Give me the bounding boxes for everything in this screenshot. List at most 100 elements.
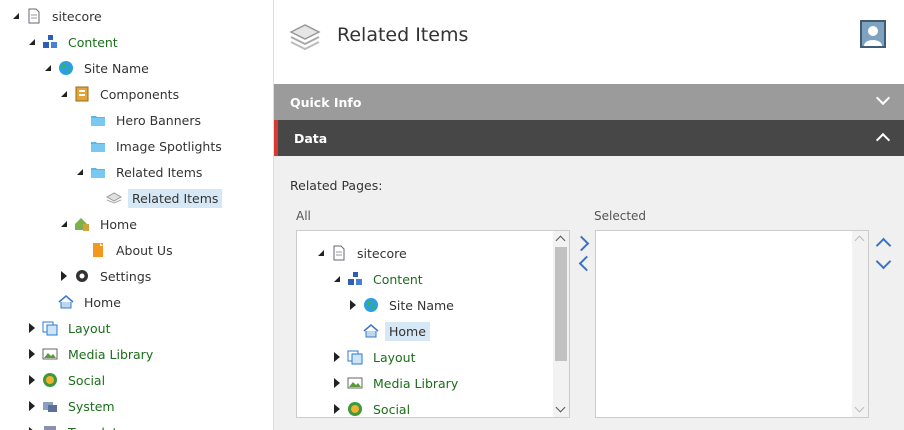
layout-icon [347,349,363,365]
tree-item-label[interactable]: About Us [112,241,177,260]
all-label: All [296,209,311,223]
chevron-up-icon [875,132,891,148]
tree-item-label[interactable]: Content [64,33,122,52]
page-title: Related Items [337,24,469,46]
tree-item-label[interactable]: Layout [64,319,115,338]
tree-item-label[interactable]: Media Library [64,345,157,364]
social-icon [347,401,363,417]
all-tree-item-label[interactable]: Media Library [369,374,462,393]
collapsed-arrow-icon[interactable] [26,322,38,334]
tree-item-node[interactable]: sitecore [10,5,106,27]
tree-item-label[interactable]: Settings [96,267,155,286]
all-items-tree[interactable]: sitecore Content Site Name Home Layout Media … [296,230,570,418]
tree-item-node[interactable]: Components [58,83,183,105]
page-icon [26,8,42,24]
home-lock-icon [74,216,90,232]
all-tree-item-label[interactable]: Social [369,400,414,418]
expanded-arrow-icon[interactable] [10,10,22,22]
all-tree-item-node[interactable]: sitecore [315,242,411,264]
collapsed-arrow-icon[interactable] [331,351,343,363]
all-scrollbar[interactable] [553,231,569,417]
tree-item-node[interactable]: Site Name [42,57,153,79]
tree-item-node[interactable]: Home [58,213,141,235]
tree-item-node[interactable]: Home [42,291,125,313]
tree-item-label[interactable]: sitecore [48,7,106,26]
settings-icon [74,268,90,284]
expanded-arrow-icon[interactable] [74,166,86,178]
expanded-arrow-icon[interactable] [331,273,343,285]
all-tree-item-node[interactable]: Home [347,320,430,342]
expanded-arrow-icon[interactable] [58,218,70,230]
collapsed-arrow-icon[interactable] [26,426,38,430]
tree-item-label[interactable]: Site Name [80,59,153,78]
selected-scrollbar[interactable] [852,231,868,417]
tree-item-node[interactable]: Media Library [26,343,157,365]
scroll-thumb[interactable] [555,247,567,361]
tree-item-label[interactable]: Components [96,85,183,104]
tree-item-node[interactable]: Image Spotlights [74,135,226,157]
tree-item-node[interactable]: Content [26,31,122,53]
tree-item-node[interactable]: Social [26,369,109,391]
editor-panel: Related Items Quick Info Data Related Pa… [274,0,904,430]
collapsed-arrow-icon[interactable] [331,377,343,389]
collapsed-arrow-icon[interactable] [26,348,38,360]
home-icon [58,294,74,310]
selected-label: Selected [594,209,647,223]
all-tree-item-node[interactable]: Social [331,398,414,418]
tree-item-node[interactable]: System [26,395,119,417]
tree-item-node[interactable]: Settings [58,265,155,287]
tree-item-node[interactable]: Templates [26,421,136,430]
user-avatar-icon[interactable] [860,20,886,48]
collapsed-arrow-icon[interactable] [26,400,38,412]
tree-item-label[interactable]: System [64,397,119,416]
scroll-down-icon[interactable] [854,402,865,413]
all-tree-item-label[interactable]: Layout [369,348,420,367]
tree-item-node[interactable]: Related Items [74,161,206,183]
collapsed-arrow-icon[interactable] [58,270,70,282]
collapsed-arrow-icon[interactable] [331,403,343,415]
scroll-up-icon[interactable] [555,235,566,246]
content-icon [42,34,58,50]
folder-icon [90,164,106,180]
collapsed-arrow-icon[interactable] [347,299,359,311]
selected-items-list[interactable] [595,230,869,418]
expanded-arrow-icon[interactable] [26,36,38,48]
tree-item-label[interactable]: Hero Banners [112,111,205,130]
expanded-arrow-icon[interactable] [42,62,54,74]
globe-icon [363,297,379,313]
all-tree-item-node[interactable]: Site Name [347,294,458,316]
collapsed-arrow-icon[interactable] [26,374,38,386]
all-tree-item-label[interactable]: Site Name [385,296,458,315]
all-tree-item-node[interactable]: Media Library [331,372,462,394]
section-quick-info[interactable]: Quick Info [274,84,904,120]
media-icon [347,375,363,391]
tree-item-label[interactable]: Related Items [112,163,206,182]
all-tree-item-node[interactable]: Layout [331,346,420,368]
expanded-arrow-icon[interactable] [315,247,327,259]
all-tree-item-label[interactable]: Content [369,270,427,289]
expanded-arrow-icon[interactable] [58,88,70,100]
tree-item-label[interactable]: Home [80,293,125,312]
folder-icon [90,138,106,154]
tree-item-label[interactable]: Related Items [128,188,223,208]
orange-page-icon [90,242,106,258]
tree-item-node[interactable]: About Us [74,239,177,261]
section-data[interactable]: Data [274,120,904,156]
stack-icon [289,24,321,51]
tree-item-node[interactable]: Related Items [90,187,223,209]
all-tree-item-label[interactable]: Home [385,321,430,341]
scroll-down-icon[interactable] [555,402,566,413]
scroll-up-icon[interactable] [854,235,865,246]
tree-item-node[interactable]: Hero Banners [74,109,205,131]
tree-item-label[interactable]: Image Spotlights [112,137,226,156]
media-icon [42,346,58,362]
all-tree-item-node[interactable]: Content [331,268,427,290]
all-tree-item-label[interactable]: sitecore [353,244,411,263]
home-icon [363,323,379,339]
tree-item-label[interactable]: Templates [64,423,136,430]
related-pages-label: Related Pages: [290,178,383,193]
tree-item-label[interactable]: Social [64,371,109,390]
data-section-body: Related Pages: All Selected sitecore Cont… [274,156,904,430]
tree-item-node[interactable]: Layout [26,317,115,339]
tree-item-label[interactable]: Home [96,215,141,234]
